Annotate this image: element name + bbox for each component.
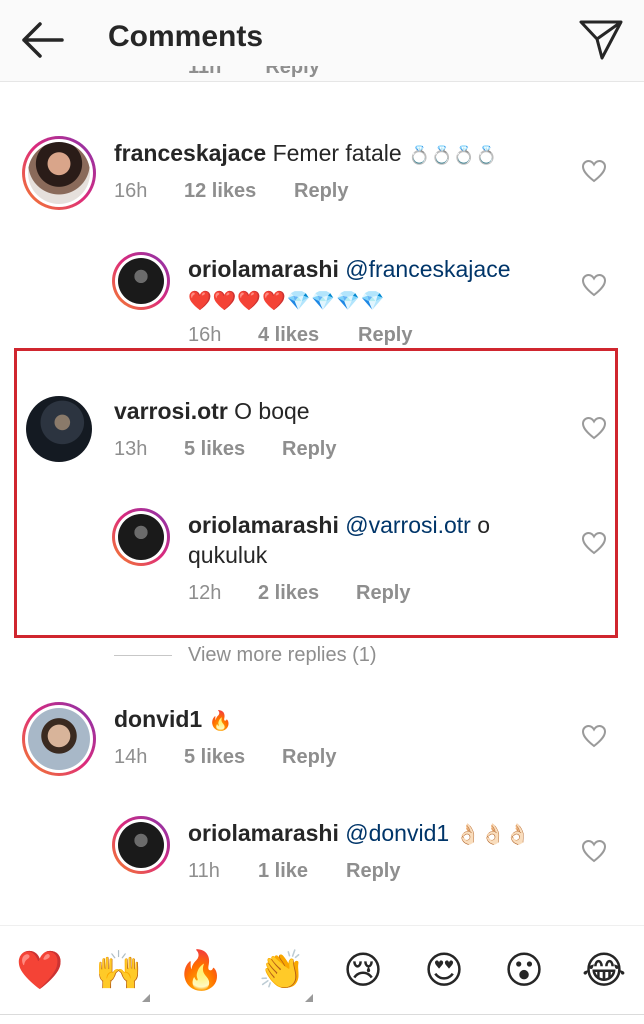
like-button[interactable] (581, 416, 607, 440)
comment-text: donvid1 🔥 (114, 704, 554, 737)
heart-icon (581, 416, 607, 440)
like-button[interactable] (581, 159, 607, 183)
heart-icon (581, 724, 607, 748)
comment-body: Femer fatale (272, 140, 409, 166)
emoji-heart-button[interactable]: ❤️ (15, 946, 65, 996)
reply-link[interactable]: Reply (346, 860, 400, 883)
comment-time: 16h (188, 324, 222, 346)
comment-emoji: 💍💍💍💍 (408, 145, 498, 165)
comment-meta: 16h 4 likes Reply (188, 324, 412, 347)
reply-link[interactable]: Reply (282, 438, 336, 461)
heart-icon (581, 273, 607, 297)
page-title: Comments (108, 20, 264, 53)
comment-time: 14h (114, 746, 148, 768)
comment-text: varrosi.otr O boqe (114, 396, 554, 426)
avatar[interactable] (22, 136, 96, 210)
reply-link[interactable]: Reply (294, 180, 348, 203)
view-more-replies-link[interactable]: View more replies (1) (188, 644, 377, 667)
emoji-crying-button[interactable]: 😢 (338, 946, 388, 996)
emoji-clap-button[interactable]: 👏 (257, 946, 313, 1002)
likes-count[interactable]: 4 likes (258, 324, 358, 347)
avatar[interactable] (112, 816, 170, 874)
comment-emoji: 👌🏻👌🏻👌🏻 (455, 824, 531, 846)
heart-icon (581, 159, 607, 183)
comment-meta: 12h 2 likes Reply (188, 582, 410, 605)
likes-count[interactable]: 1 like (258, 860, 346, 883)
heart-icon (581, 839, 607, 863)
comment-meta: 13h 5 likes Reply (114, 438, 336, 461)
avatar[interactable] (22, 702, 96, 776)
like-button[interactable] (581, 273, 607, 297)
mention-link[interactable]: @franceskajace (345, 256, 510, 282)
skin-tone-indicator (142, 994, 150, 1002)
raised-hands-icon: 🙌 (95, 950, 143, 992)
comment-emoji: 🔥 (208, 711, 233, 732)
comment-time: 11h (188, 860, 220, 882)
comment-body: O boqe (234, 398, 310, 424)
comment-text: oriolamarashi @franceskajace ❤️❤️❤️❤️💎💎💎… (188, 254, 558, 317)
clipped-comment-meta: 11h Reply (188, 66, 364, 82)
like-button[interactable] (581, 839, 607, 863)
send-button[interactable] (576, 14, 626, 64)
comment-text: franceskajace Femer fatale 💍💍💍💍 (114, 138, 554, 170)
comment-meta: 14h 5 likes Reply (114, 746, 336, 769)
emoji-surprised-button[interactable]: 😮 (499, 946, 549, 996)
likes-count[interactable]: 2 likes (258, 582, 356, 605)
likes-count[interactable]: 5 likes (184, 438, 282, 461)
emoji-raised-hands-button[interactable]: 🙌 (94, 946, 150, 1002)
comment-username[interactable]: franceskajace (114, 140, 266, 166)
avatar[interactable] (112, 252, 170, 310)
avatar[interactable] (26, 396, 92, 462)
likes-count[interactable]: 5 likes (184, 746, 282, 769)
arrow-left-icon (22, 22, 64, 58)
reply-link[interactable]: Reply (282, 746, 336, 769)
comment-username[interactable]: oriolamarashi (188, 256, 339, 282)
reply-link[interactable]: Reply (265, 66, 319, 82)
divider (114, 655, 172, 656)
comment-text: oriolamarashi @donvid1 👌🏻👌🏻👌🏻 (188, 818, 568, 850)
like-button[interactable] (581, 724, 607, 748)
emoji-heart-eyes-button[interactable]: 😍 (419, 946, 469, 996)
back-button[interactable] (18, 18, 66, 62)
mention-link[interactable]: @donvid1 (345, 820, 449, 846)
comment-time: 13h (114, 438, 148, 460)
emoji-fire-button[interactable]: 🔥 (176, 946, 226, 996)
comment-input-edge (0, 1014, 644, 1024)
comment-time: 11h (188, 66, 222, 78)
skin-tone-indicator (305, 994, 313, 1002)
comment-meta: 16h 12 likes Reply (114, 180, 348, 203)
heart-icon (581, 531, 607, 555)
like-button[interactable] (581, 531, 607, 555)
comment-meta: 11h 1 like Reply (188, 860, 400, 883)
comment-emoji: ❤️❤️❤️❤️💎💎💎💎 (188, 291, 386, 312)
comment-username[interactable]: oriolamarashi (188, 512, 339, 538)
emoji-laughing-button[interactable]: 😂 (579, 946, 629, 996)
comment-time: 16h (114, 180, 148, 202)
reply-link[interactable]: Reply (358, 324, 412, 347)
comment-text: oriolamarashi @varrosi.otr o qukuluk (188, 510, 518, 570)
avatar[interactable] (112, 508, 170, 566)
likes-count[interactable]: 12 likes (184, 180, 294, 203)
clap-icon: 👏 (258, 950, 306, 992)
comment-time: 12h (188, 582, 222, 604)
emoji-quick-bar: ❤️ 🙌 🔥 👏 😢 😍 😮 😂 (0, 925, 644, 1024)
mention-link[interactable]: @varrosi.otr (345, 512, 471, 538)
reply-link[interactable]: Reply (356, 582, 410, 605)
comment-username[interactable]: oriolamarashi (188, 820, 339, 846)
comment-username[interactable]: donvid1 (114, 706, 202, 732)
paper-plane-icon (579, 20, 623, 60)
comment-username[interactable]: varrosi.otr (114, 398, 228, 424)
